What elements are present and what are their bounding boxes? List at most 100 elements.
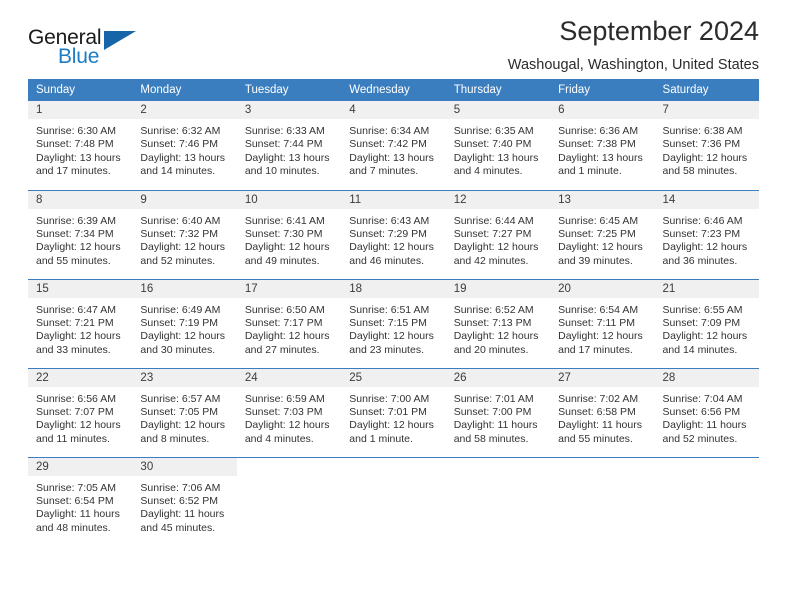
- day-cell[interactable]: 29 Sunrise: 7:05 AM Sunset: 6:54 PM Dayl…: [28, 456, 133, 546]
- day-cell[interactable]: 25 Sunrise: 7:00 AM Sunset: 7:01 PM Dayl…: [341, 367, 446, 457]
- day-cell[interactable]: 14 Sunrise: 6:46 AM Sunset: 7:23 PM Dayl…: [654, 189, 759, 279]
- day-cell[interactable]: 27 Sunrise: 7:02 AM Sunset: 6:58 PM Dayl…: [550, 367, 655, 457]
- sunset-text: Sunset: 7:34 PM: [36, 227, 114, 240]
- day-cell[interactable]: 8 Sunrise: 6:39 AM Sunset: 7:34 PM Dayli…: [28, 189, 133, 279]
- sunrise-text: Sunrise: 6:40 AM: [140, 214, 221, 227]
- day-number: 26: [445, 368, 551, 387]
- day-number: 17: [236, 279, 342, 298]
- day-number: [654, 457, 759, 476]
- day-cell[interactable]: 19 Sunrise: 6:52 AM Sunset: 7:13 PM Dayl…: [445, 278, 551, 368]
- daylight-line1: Daylight: 12 hours: [140, 330, 226, 343]
- logo-text-blue: Blue: [58, 45, 100, 68]
- daylight-line2: and 46 minutes.: [349, 254, 424, 267]
- sunrise-sunset-calendar: Sunday Monday Tuesday Wednesday Thursday…: [28, 79, 759, 546]
- day-details: Sunrise: 7:04 AM Sunset: 6:56 PM Dayligh…: [655, 387, 759, 447]
- sunset-text: Sunset: 7:36 PM: [662, 138, 741, 151]
- sunset-text: Sunset: 7:46 PM: [140, 138, 219, 151]
- daylight-line2: and 1 minute.: [349, 432, 413, 445]
- day-details: Sunrise: 6:59 AM Sunset: 7:03 PM Dayligh…: [237, 387, 341, 447]
- day-cell[interactable]: 7 Sunrise: 6:38 AM Sunset: 7:36 PM Dayli…: [654, 101, 759, 190]
- daylight-line1: Daylight: 13 hours: [36, 151, 121, 164]
- day-cell-empty: [550, 456, 655, 546]
- calendar-page: General Blue September 2024 Washougal, W…: [0, 0, 792, 612]
- daylight-line2: and 52 minutes.: [140, 254, 216, 267]
- sunset-text: Sunset: 6:56 PM: [662, 405, 741, 418]
- day-details: Sunrise: 7:05 AM Sunset: 6:54 PM Dayligh…: [28, 476, 132, 536]
- daylight-line2: and 58 minutes.: [662, 165, 738, 178]
- day-cell[interactable]: 5 Sunrise: 6:35 AM Sunset: 7:40 PM Dayli…: [445, 101, 551, 190]
- page-header: General Blue September 2024 Washougal, W…: [28, 0, 759, 73]
- day-cell[interactable]: 23 Sunrise: 6:57 AM Sunset: 7:05 PM Dayl…: [132, 367, 237, 457]
- sunset-text: Sunset: 7:21 PM: [36, 316, 114, 329]
- sunset-text: Sunset: 7:09 PM: [662, 316, 741, 329]
- sunset-text: Sunset: 7:25 PM: [558, 227, 636, 240]
- daylight-line2: and 17 minutes.: [558, 343, 633, 356]
- daylight-line1: Daylight: 12 hours: [244, 419, 330, 432]
- sunset-text: Sunset: 7:00 PM: [453, 405, 532, 418]
- day-cell[interactable]: 30 Sunrise: 7:06 AM Sunset: 6:52 PM Dayl…: [132, 456, 237, 546]
- day-cell[interactable]: 21 Sunrise: 6:55 AM Sunset: 7:09 PM Dayl…: [654, 278, 759, 368]
- day-number: 13: [550, 190, 655, 209]
- daylight-line1: Daylight: 11 hours: [558, 419, 642, 432]
- day-cell[interactable]: 24 Sunrise: 6:59 AM Sunset: 7:03 PM Dayl…: [236, 367, 342, 457]
- sunset-text: Sunset: 7:01 PM: [349, 405, 427, 418]
- day-number: 3: [236, 101, 342, 119]
- sunrise-text: Sunrise: 6:44 AM: [453, 214, 534, 227]
- day-cell[interactable]: 28 Sunrise: 7:04 AM Sunset: 6:56 PM Dayl…: [654, 367, 759, 457]
- day-cell[interactable]: 12 Sunrise: 6:44 AM Sunset: 7:27 PM Dayl…: [445, 189, 551, 279]
- sunrise-text: Sunrise: 7:04 AM: [662, 392, 743, 405]
- day-cell-empty: [445, 456, 551, 546]
- daylight-line2: and 39 minutes.: [558, 254, 633, 267]
- day-cell[interactable]: 6 Sunrise: 6:36 AM Sunset: 7:38 PM Dayli…: [550, 101, 655, 190]
- daylight-line2: and 52 minutes.: [662, 432, 738, 445]
- daylight-line2: and 55 minutes.: [558, 432, 633, 445]
- day-details: Sunrise: 6:51 AM Sunset: 7:15 PM Dayligh…: [341, 298, 445, 358]
- day-cell[interactable]: 18 Sunrise: 6:51 AM Sunset: 7:15 PM Dayl…: [341, 278, 446, 368]
- daylight-line1: Daylight: 13 hours: [244, 151, 330, 164]
- day-details: Sunrise: 6:41 AM Sunset: 7:30 PM Dayligh…: [237, 209, 341, 269]
- sunset-text: Sunset: 6:54 PM: [36, 494, 114, 507]
- day-cell[interactable]: 3 Sunrise: 6:33 AM Sunset: 7:44 PM Dayli…: [236, 101, 342, 190]
- day-cell[interactable]: 16 Sunrise: 6:49 AM Sunset: 7:19 PM Dayl…: [132, 278, 237, 368]
- day-number: 18: [341, 279, 446, 298]
- daylight-line1: Daylight: 12 hours: [453, 330, 539, 343]
- day-cell[interactable]: 26 Sunrise: 7:01 AM Sunset: 7:00 PM Dayl…: [445, 367, 551, 457]
- day-number: 21: [654, 279, 759, 298]
- day-details: Sunrise: 6:47 AM Sunset: 7:21 PM Dayligh…: [28, 298, 132, 358]
- day-cell[interactable]: 10 Sunrise: 6:41 AM Sunset: 7:30 PM Dayl…: [236, 189, 342, 279]
- day-cell[interactable]: 13 Sunrise: 6:45 AM Sunset: 7:25 PM Dayl…: [550, 189, 655, 279]
- day-cell[interactable]: 9 Sunrise: 6:40 AM Sunset: 7:32 PM Dayli…: [132, 189, 237, 279]
- day-number: 23: [132, 368, 237, 387]
- day-cell[interactable]: 2 Sunrise: 6:32 AM Sunset: 7:46 PM Dayli…: [132, 101, 237, 190]
- day-details: Sunrise: 6:39 AM Sunset: 7:34 PM Dayligh…: [28, 209, 132, 269]
- day-cell[interactable]: 17 Sunrise: 6:50 AM Sunset: 7:17 PM Dayl…: [236, 278, 342, 368]
- sunrise-text: Sunrise: 6:41 AM: [244, 214, 325, 227]
- day-number: 7: [654, 101, 759, 119]
- daylight-line1: Daylight: 12 hours: [140, 241, 226, 254]
- weekday-header-saturday: Saturday: [654, 79, 759, 101]
- day-cell-empty: [341, 456, 446, 546]
- day-cell[interactable]: 22 Sunrise: 6:56 AM Sunset: 7:07 PM Dayl…: [28, 367, 133, 457]
- sunset-text: Sunset: 7:15 PM: [349, 316, 427, 329]
- day-number: 24: [236, 368, 342, 387]
- daylight-line1: Daylight: 12 hours: [662, 330, 748, 343]
- day-number: 10: [236, 190, 342, 209]
- daylight-line2: and 48 minutes.: [36, 521, 111, 534]
- day-number: 12: [445, 190, 551, 209]
- daylight-line1: Daylight: 13 hours: [349, 151, 434, 164]
- day-details: Sunrise: 6:54 AM Sunset: 7:11 PM Dayligh…: [550, 298, 654, 358]
- day-cell[interactable]: 20 Sunrise: 6:54 AM Sunset: 7:11 PM Dayl…: [550, 278, 655, 368]
- sunset-text: Sunset: 7:19 PM: [140, 316, 219, 329]
- day-number: 4: [341, 101, 446, 119]
- sunrise-text: Sunrise: 6:50 AM: [244, 303, 325, 316]
- weekday-header-friday: Friday: [550, 79, 655, 101]
- day-number: [236, 457, 342, 476]
- day-cell[interactable]: 11 Sunrise: 6:43 AM Sunset: 7:29 PM Dayl…: [341, 189, 446, 279]
- day-cell[interactable]: 15 Sunrise: 6:47 AM Sunset: 7:21 PM Dayl…: [28, 278, 133, 368]
- day-cell[interactable]: 1 Sunrise: 6:30 AM Sunset: 7:48 PM Dayli…: [28, 101, 133, 190]
- day-number: [445, 457, 551, 476]
- day-details: Sunrise: 7:06 AM Sunset: 6:52 PM Dayligh…: [132, 476, 236, 536]
- daylight-line2: and 45 minutes.: [140, 521, 216, 534]
- day-cell[interactable]: 4 Sunrise: 6:34 AM Sunset: 7:42 PM Dayli…: [341, 101, 446, 190]
- day-details: Sunrise: 6:36 AM Sunset: 7:38 PM Dayligh…: [550, 119, 654, 179]
